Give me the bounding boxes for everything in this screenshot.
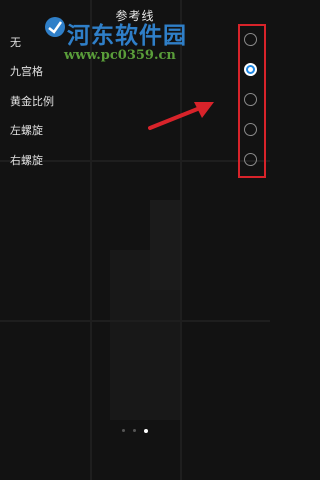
option-label: 无 [10, 36, 21, 49]
watermark-logo-icon [45, 17, 65, 37]
option-label: 九宫格 [10, 65, 43, 78]
page-indicator [0, 420, 270, 439]
option-golden-ratio[interactable]: 黄金比例 [10, 87, 54, 117]
radio-none[interactable] [244, 33, 257, 46]
option-label: 黄金比例 [10, 95, 54, 108]
radio-left-spiral[interactable] [244, 123, 257, 136]
watermark-name: 河东软件园 [67, 22, 187, 49]
grid-line [180, 0, 182, 480]
option-left-spiral[interactable]: 左螺旋 [10, 116, 43, 146]
page-dot [133, 429, 136, 432]
option-label: 右螺旋 [10, 154, 43, 167]
option-nine-grid[interactable]: 九宫格 [10, 57, 43, 87]
grid-line [0, 320, 270, 322]
radio-nine-grid[interactable] [244, 63, 257, 76]
option-label: 左螺旋 [10, 124, 43, 137]
arrow-icon [148, 102, 214, 130]
grid-line [90, 0, 92, 480]
page-dot-active [144, 428, 148, 433]
page-dot [122, 429, 125, 432]
watermark-url: www.pc0359.cn [64, 48, 176, 63]
option-none[interactable]: 无 [10, 28, 21, 58]
option-right-spiral[interactable]: 右螺旋 [10, 146, 43, 176]
viewfinder-shadow [150, 200, 180, 290]
radio-right-spiral[interactable] [244, 153, 257, 166]
radio-golden-ratio[interactable] [244, 93, 257, 106]
